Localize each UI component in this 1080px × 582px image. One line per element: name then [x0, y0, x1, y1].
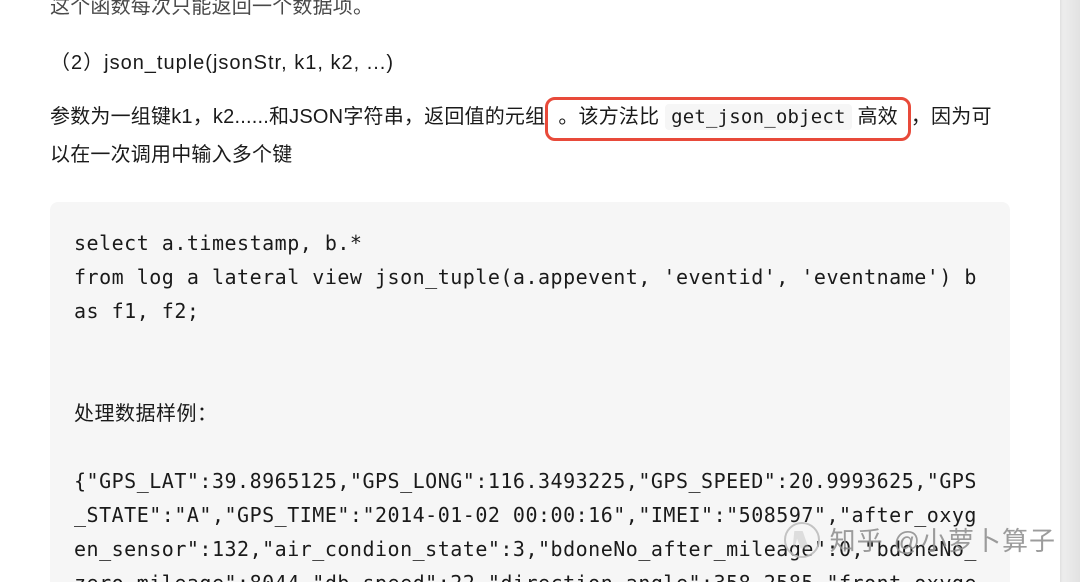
- inline-code-get-json-object: get_json_object: [665, 104, 852, 130]
- code-select: select a.timestamp, b.* from log a later…: [74, 231, 990, 323]
- truncated-line: 这个函数每次只能返回一个数据项。: [50, 0, 1010, 26]
- desc-lead: 参数为一组键k1，k2......和JSON字符串，返回值的元组: [50, 106, 545, 128]
- code-block: select a.timestamp, b.* from log a later…: [50, 202, 1010, 582]
- method-description: 参数为一组键k1，k2......和JSON字符串，返回值的元组。该方法比 ge…: [50, 98, 1010, 174]
- code-sample-json: {"GPS_LAT":39.8965125,"GPS_LONG":116.349…: [74, 469, 977, 582]
- box-post: 高效: [852, 106, 898, 128]
- box-pre: 。该方法比: [558, 106, 665, 128]
- article-card: 这个函数每次只能返回一个数据项。 （2）json_tuple(jsonStr, …: [0, 0, 1060, 582]
- method-heading: （2）json_tuple(jsonStr, k1, k2, ...): [50, 44, 1010, 82]
- code-sample-label: 处理数据样例：: [74, 401, 218, 425]
- page: 这个函数每次只能返回一个数据项。 （2）json_tuple(jsonStr, …: [0, 0, 1080, 582]
- right-edge-shadow: [1062, 0, 1080, 582]
- highlight-box: 。该方法比 get_json_object 高效: [545, 97, 911, 141]
